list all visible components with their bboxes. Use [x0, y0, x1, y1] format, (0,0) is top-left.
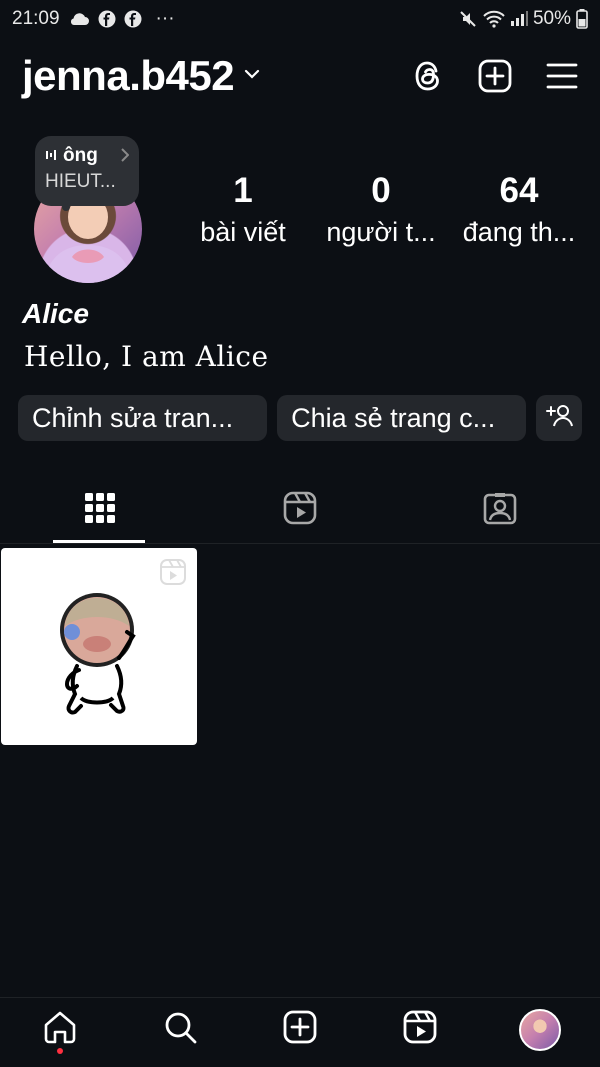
following-stat[interactable]: 64 đang th... — [456, 168, 582, 250]
battery-icon — [576, 9, 588, 29]
notification-dot — [57, 1047, 63, 1054]
posts-label: bài viết — [200, 217, 286, 247]
posts-stat[interactable]: 1 bài viết — [180, 168, 306, 250]
profile-actions: Chỉnh sửa tran... Chia sẻ trang c... — [18, 395, 582, 441]
facebook-icon — [98, 10, 116, 28]
home-icon — [43, 1010, 77, 1049]
nav-reels[interactable] — [390, 1000, 450, 1060]
followers-count: 0 — [371, 171, 391, 210]
share-profile-button[interactable]: Chia sẻ trang c... — [277, 395, 527, 441]
account-switcher[interactable]: jenna.b452 — [22, 52, 260, 100]
tab-grid[interactable] — [0, 478, 200, 543]
nav-search[interactable] — [150, 1000, 210, 1060]
threads-icon[interactable] — [412, 59, 444, 93]
chevron-down-icon — [244, 67, 260, 85]
signal-icon — [510, 11, 528, 27]
note-artist: HIEUT... — [45, 171, 116, 192]
wifi-icon — [483, 10, 505, 28]
reels-icon — [283, 491, 317, 530]
edit-profile-label: Chỉnh sửa tran... — [32, 402, 234, 433]
mute-icon — [458, 9, 478, 29]
display-name: Alice — [22, 298, 89, 329]
discover-people-button[interactable] — [536, 395, 582, 441]
bio-text: Hello, I am Alice — [24, 340, 269, 373]
nav-home[interactable] — [30, 1000, 90, 1060]
nav-create[interactable] — [270, 1000, 330, 1060]
nav-profile[interactable] — [510, 1000, 570, 1060]
status-time: 21:09 — [12, 8, 60, 29]
profile-tabs — [0, 478, 600, 544]
tab-reels[interactable] — [200, 478, 400, 543]
tab-tagged[interactable] — [400, 478, 600, 543]
battery-percent: 50% — [532, 8, 571, 29]
profile-screen: 21:09 ··· 50% jenna.b452 ông HIEUT... 1 … — [0, 0, 600, 1067]
posts-count: 1 — [233, 171, 253, 210]
post-thumbnail[interactable] — [1, 548, 197, 745]
followers-label: người t... — [326, 217, 436, 247]
reels-nav-icon — [403, 1010, 437, 1049]
status-more: ··· — [155, 8, 175, 29]
add-person-icon — [545, 403, 574, 434]
following-count: 64 — [499, 171, 539, 210]
music-bars-icon — [45, 145, 57, 167]
status-bar: 21:09 ··· 50% — [0, 0, 600, 38]
reel-badge-icon — [159, 558, 187, 591]
profile-avatar-small — [519, 1008, 561, 1051]
following-label: đang th... — [462, 217, 576, 247]
note-song-title: ông — [63, 145, 98, 166]
tagged-icon — [483, 491, 517, 530]
chevron-right-icon — [121, 148, 130, 167]
menu-icon[interactable] — [546, 62, 578, 90]
create-post-icon[interactable] — [478, 59, 512, 93]
create-icon — [283, 1010, 317, 1049]
profile-stats: 1 bài viết 0 người t... 64 đang th... — [180, 168, 582, 250]
followers-stat[interactable]: 0 người t... — [318, 168, 444, 250]
search-icon — [163, 1010, 197, 1049]
grid-icon — [84, 492, 116, 529]
edit-profile-button[interactable]: Chỉnh sửa tran... — [18, 395, 268, 441]
music-note-bubble[interactable]: ông HIEUT... — [35, 136, 139, 206]
bottom-navigation — [0, 997, 600, 1067]
cloud-icon — [68, 11, 90, 27]
share-profile-label: Chia sẻ trang c... — [291, 402, 496, 433]
username: jenna.b452 — [22, 52, 235, 99]
profile-header: jenna.b452 — [22, 48, 578, 104]
facebook-icon — [124, 10, 142, 28]
